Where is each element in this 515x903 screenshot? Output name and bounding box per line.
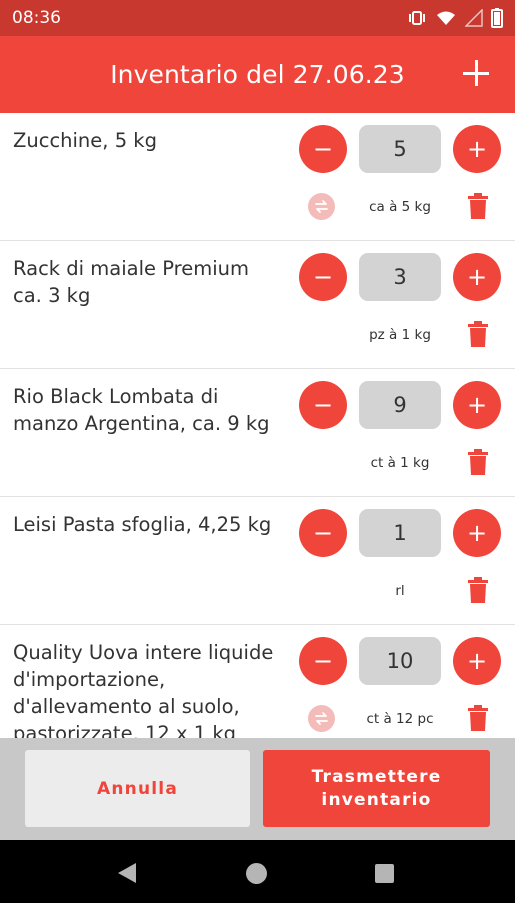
trash-icon <box>468 193 488 219</box>
item-name: Rio Black Lombata di manzo Argentina, ca… <box>13 385 270 435</box>
item-name: Leisi Pasta sfoglia, 4,25 kg <box>13 513 272 536</box>
battery-icon <box>491 8 503 28</box>
unit-label: pz à 1 kg <box>369 327 431 343</box>
swap-unit-button[interactable] <box>308 705 335 732</box>
increment-button[interactable]: + <box>453 637 501 685</box>
page-title: Inventario del 27.06.23 <box>110 60 405 89</box>
status-time: 08:36 <box>12 8 61 28</box>
swap-icon <box>315 200 328 213</box>
quantity-field[interactable]: 5 <box>359 125 441 173</box>
increment-button[interactable]: + <box>453 381 501 429</box>
unit-label: ct à 1 kg <box>370 455 430 471</box>
trash-icon <box>468 449 488 475</box>
recents-icon[interactable] <box>375 864 394 883</box>
increment-button[interactable]: + <box>453 509 501 557</box>
item-name: Zucchine, 5 kg <box>13 129 157 152</box>
quantity-field[interactable]: 1 <box>359 509 441 557</box>
quantity-field[interactable]: 3 <box>359 253 441 301</box>
quantity-field[interactable]: 9 <box>359 381 441 429</box>
quantity-field[interactable]: 10 <box>359 637 441 685</box>
system-nav-bar <box>0 840 515 903</box>
item-name: Quality Uova intere liquide d'importazio… <box>13 641 274 738</box>
submit-inventory-button[interactable]: Trasmettere inventario <box>263 750 490 827</box>
app-bar: Inventario del 27.06.23 <box>0 36 515 113</box>
back-icon[interactable] <box>117 862 137 889</box>
list-item: Zucchine, 5 kg − 5 + ca à 5 kg <box>0 113 515 241</box>
status-bar: 08:36 <box>0 0 515 36</box>
trash-icon <box>468 705 488 731</box>
wifi-icon <box>435 10 457 26</box>
action-bar: Annulla Trasmettere inventario <box>0 738 515 840</box>
trash-icon <box>468 577 488 603</box>
delete-button[interactable] <box>467 449 489 476</box>
status-icons <box>407 8 503 28</box>
signal-icon <box>465 9 483 27</box>
vibrate-icon <box>407 10 427 26</box>
unit-label: rl <box>395 583 405 599</box>
decrement-button[interactable]: − <box>299 125 347 173</box>
decrement-button[interactable]: − <box>299 509 347 557</box>
decrement-button[interactable]: − <box>299 381 347 429</box>
cancel-button[interactable]: Annulla <box>25 750 250 827</box>
decrement-button[interactable]: − <box>299 637 347 685</box>
home-icon[interactable] <box>246 863 267 884</box>
increment-button[interactable]: + <box>453 125 501 173</box>
swap-unit-button[interactable] <box>308 193 335 220</box>
list-item: Leisi Pasta sfoglia, 4,25 kg − 1 + rl <box>0 497 515 625</box>
decrement-button[interactable]: − <box>299 253 347 301</box>
unit-label: ct à 12 pc <box>366 711 434 727</box>
delete-button[interactable] <box>467 321 489 348</box>
inventory-list[interactable]: Zucchine, 5 kg − 5 + ca à 5 kg Rack di m… <box>0 113 515 738</box>
delete-button[interactable] <box>467 577 489 604</box>
delete-button[interactable] <box>467 193 489 220</box>
item-name: Rack di maiale Premium ca. 3 kg <box>13 257 249 307</box>
list-item: Quality Uova intere liquide d'importazio… <box>0 625 515 738</box>
list-item: Rio Black Lombata di manzo Argentina, ca… <box>0 369 515 497</box>
delete-button[interactable] <box>467 705 489 732</box>
increment-button[interactable]: + <box>453 253 501 301</box>
trash-icon <box>468 321 488 347</box>
swap-icon <box>315 712 328 725</box>
add-item-button[interactable] <box>463 60 489 86</box>
list-item: Rack di maiale Premium ca. 3 kg − 3 + pz… <box>0 241 515 369</box>
unit-label: ca à 5 kg <box>369 199 431 215</box>
